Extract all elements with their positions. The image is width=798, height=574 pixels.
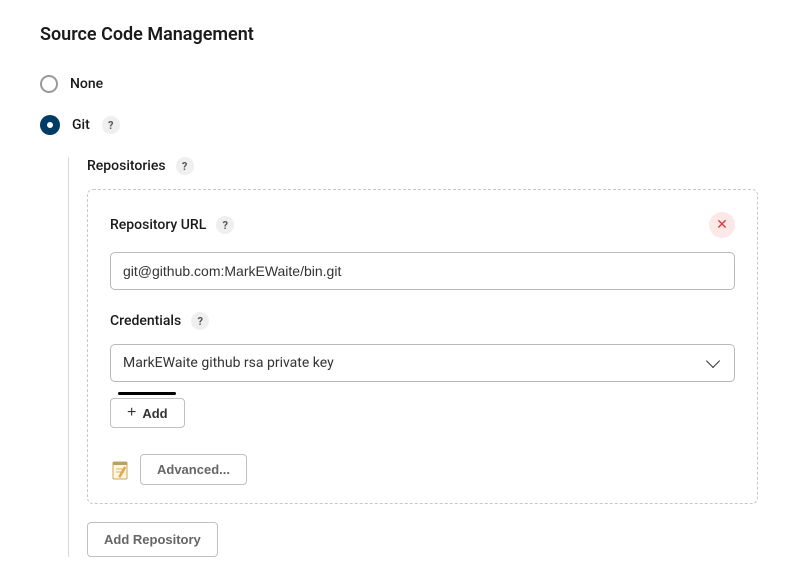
- advanced-row: Advanced...: [110, 454, 735, 485]
- plus-icon: +: [127, 405, 136, 421]
- help-icon[interactable]: ?: [191, 312, 209, 330]
- help-icon[interactable]: ?: [216, 216, 234, 234]
- radio-none[interactable]: [40, 75, 58, 93]
- advanced-button[interactable]: Advanced...: [140, 454, 247, 485]
- chevron-down-icon: [706, 354, 720, 368]
- close-icon: ✕: [716, 217, 728, 233]
- scm-none-label: None: [70, 76, 103, 92]
- add-credentials-button[interactable]: + Add: [110, 398, 185, 428]
- scm-option-none[interactable]: None: [40, 75, 758, 93]
- credentials-value: MarkEWaite github rsa private key: [123, 355, 334, 371]
- radio-git[interactable]: [40, 115, 60, 135]
- credentials-label: Credentials: [110, 313, 181, 329]
- add-label: Add: [142, 406, 167, 421]
- add-credentials-wrap: + Add: [110, 398, 185, 428]
- notepad-icon: [110, 459, 130, 481]
- credentials-select[interactable]: MarkEWaite github rsa private key: [110, 344, 735, 382]
- credentials-label-row: Credentials ?: [110, 312, 735, 330]
- repo-url-label-row: Repository URL ?: [110, 216, 234, 234]
- credentials-select-wrap: MarkEWaite github rsa private key: [110, 344, 735, 382]
- add-repository-button[interactable]: Add Repository: [87, 522, 218, 557]
- repository-box: Repository URL ? ✕ Credentials ? MarkEWa…: [87, 189, 758, 504]
- repo-url-label: Repository URL: [110, 217, 206, 233]
- repositories-label: Repositories: [87, 158, 166, 174]
- repo-url-header: Repository URL ? ✕: [110, 212, 735, 238]
- help-icon[interactable]: ?: [176, 157, 194, 175]
- help-icon[interactable]: ?: [102, 116, 120, 134]
- repo-url-input[interactable]: [110, 252, 735, 290]
- scm-git-label: Git: [72, 117, 90, 133]
- radio-git-inner: [47, 122, 53, 128]
- page-title: Source Code Management: [40, 24, 758, 45]
- repositories-label-row: Repositories ?: [87, 157, 758, 175]
- scm-option-git[interactable]: Git ?: [40, 115, 758, 135]
- git-subsection: Repositories ? Repository URL ? ✕ Creden…: [68, 157, 758, 557]
- remove-repo-button[interactable]: ✕: [709, 212, 735, 238]
